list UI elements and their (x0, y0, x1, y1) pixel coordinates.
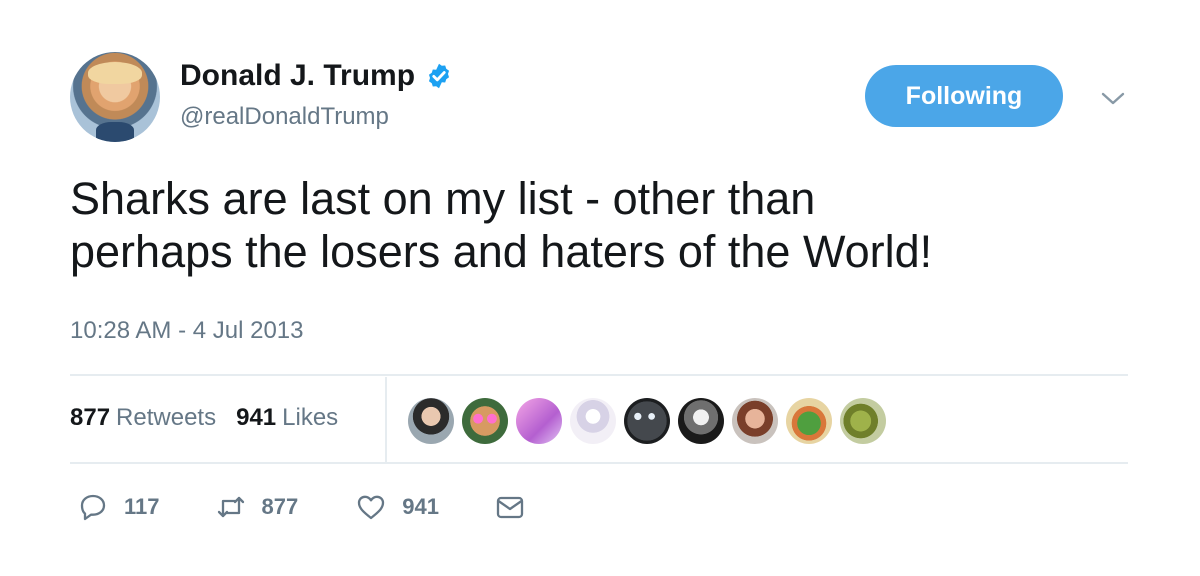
tweet-text: Sharks are last on my list - other than … (70, 173, 933, 277)
following-button[interactable]: Following (865, 65, 1063, 127)
like-button[interactable]: 941 (356, 492, 439, 522)
retweets-stat-label: Retweets (116, 404, 217, 431)
author-avatar[interactable] (70, 52, 160, 142)
liker-avatar[interactable] (678, 398, 724, 444)
direct-message-button[interactable] (495, 492, 525, 522)
stats-vertical-divider (385, 377, 387, 463)
liker-avatar[interactable] (516, 398, 562, 444)
envelope-icon (496, 496, 524, 519)
retweets-stat[interactable]: 877 Retweets (70, 403, 216, 433)
retweet-button[interactable]: 877 (216, 492, 299, 522)
divider-top (70, 374, 1128, 376)
chevron-down-icon[interactable] (1099, 88, 1127, 108)
author-handle[interactable]: @realDonaldTrump (180, 102, 389, 132)
tweet-actions: 117 877 941 (78, 492, 525, 522)
liker-avatar[interactable] (786, 398, 832, 444)
author-name-row[interactable]: Donald J. Trump (180, 58, 453, 94)
likes-stat-count: 941 (236, 404, 277, 431)
liker-avatar[interactable] (570, 398, 616, 444)
like-count: 941 (402, 494, 439, 519)
reply-count: 117 (124, 494, 160, 519)
reply-icon (80, 494, 106, 521)
tweet-timestamp[interactable]: 10:28 AM - 4 Jul 2013 (70, 316, 303, 346)
likers-avatars (408, 398, 886, 444)
retweets-stat-count: 877 (70, 404, 111, 431)
verified-badge-icon (428, 63, 450, 89)
retweet-count: 877 (261, 494, 299, 519)
liker-avatar[interactable] (408, 398, 454, 444)
heart-icon (358, 495, 385, 520)
author-name[interactable]: Donald J. Trump (180, 58, 415, 94)
reply-button[interactable]: 117 (78, 492, 160, 522)
liker-avatar[interactable] (732, 398, 778, 444)
liker-avatar[interactable] (840, 398, 886, 444)
tweet-stats: 877 Retweets 941 Likes (70, 403, 338, 433)
retweet-icon (217, 496, 244, 518)
likes-stat[interactable]: 941 Likes (236, 403, 338, 433)
liker-avatar[interactable] (624, 398, 670, 444)
divider-bottom (70, 462, 1128, 464)
likes-stat-label: Likes (282, 404, 339, 431)
liker-avatar[interactable] (462, 398, 508, 444)
